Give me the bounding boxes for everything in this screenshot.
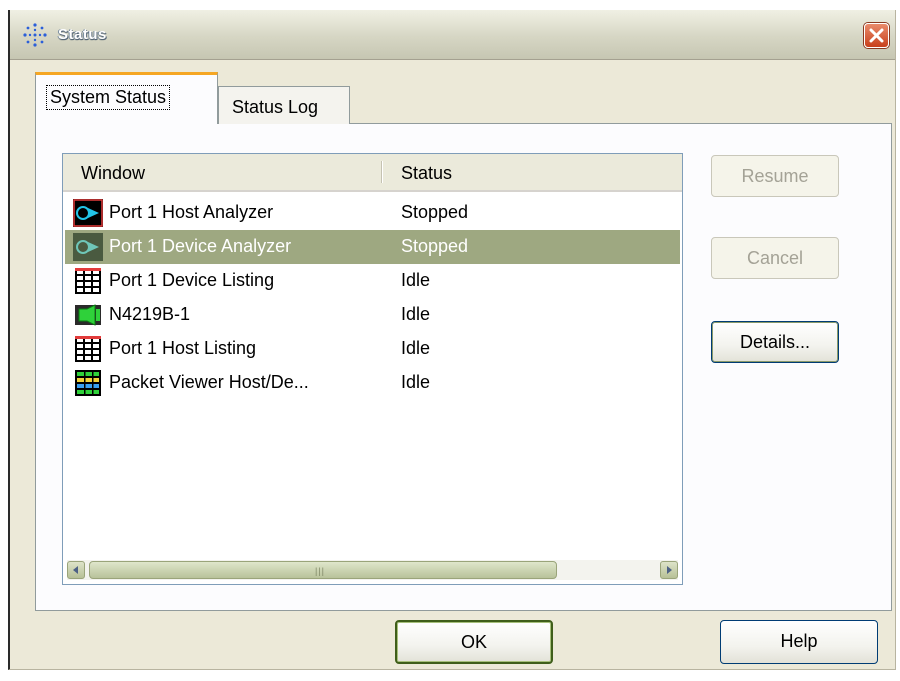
list-item[interactable]: Packet Viewer Host/De... Idle — [65, 366, 680, 400]
close-icon — [869, 28, 884, 43]
window-name: Port 1 Device Analyzer — [109, 236, 292, 256]
tab-system-status[interactable]: System Status — [35, 72, 218, 124]
scroll-right-button[interactable] — [660, 561, 678, 579]
close-button[interactable] — [864, 23, 889, 48]
status-dialog: Status System Status Status Log Window S… — [0, 0, 900, 681]
list-item[interactable]: Port 1 Host Analyzer Stopped — [65, 196, 680, 230]
window-status: Stopped — [401, 236, 469, 256]
window-name: Port 1 Host Analyzer — [109, 202, 274, 222]
column-header-window[interactable]: Window — [81, 163, 145, 184]
window-status: Idle — [401, 338, 431, 358]
window-status: Idle — [401, 372, 431, 392]
listing-icon — [75, 268, 101, 294]
window-name: Port 1 Host Listing — [109, 338, 257, 358]
title-bar[interactable]: Status — [10, 10, 895, 60]
list-item[interactable]: Port 1 Device Listing Idle — [65, 264, 680, 298]
list-header: Window Status — [63, 154, 682, 192]
horizontal-scrollbar[interactable]: ||| — [67, 560, 678, 580]
packet-viewer-icon — [75, 370, 101, 396]
ok-button[interactable]: OK — [395, 620, 553, 664]
resume-button[interactable]: Resume — [711, 155, 839, 197]
list-item[interactable]: N4219B-1 Idle — [65, 298, 680, 332]
arrow-right-icon — [667, 566, 672, 574]
tab-system-status-label: System Status — [46, 85, 171, 110]
column-header-status[interactable]: Status — [401, 163, 452, 184]
window-name: Port 1 Device Listing — [109, 270, 275, 290]
window-name: Packet Viewer Host/De... — [109, 372, 309, 392]
window-status: Idle — [401, 304, 431, 324]
tab-status-log[interactable]: Status Log — [218, 86, 350, 124]
window-status-list[interactable]: Window Status Port 1 Host Analyzer Stopp… — [62, 153, 683, 585]
list-item[interactable]: Port 1 Device Analyzer Stopped — [65, 230, 680, 264]
window-name: N4219B-1 — [109, 304, 191, 324]
window-status: Idle — [401, 270, 431, 290]
sparkle-app-icon — [23, 23, 47, 47]
list-item[interactable]: Port 1 Host Listing Idle — [65, 332, 680, 366]
scroll-thumb[interactable]: ||| — [89, 561, 557, 579]
column-separator[interactable] — [381, 161, 383, 183]
scroll-left-button[interactable] — [67, 561, 85, 579]
window-title: Status — [58, 26, 107, 43]
listing-icon — [75, 336, 101, 362]
dialog-frame: Status System Status Status Log Window S… — [8, 10, 896, 670]
scroll-grip-icon: ||| — [315, 566, 326, 576]
cancel-button[interactable]: Cancel — [711, 237, 839, 279]
device-icon — [75, 304, 101, 326]
analyzer-icon — [73, 199, 103, 227]
analyzer-icon — [73, 233, 103, 261]
system-status-panel: Window Status Port 1 Host Analyzer Stopp… — [35, 123, 892, 611]
details-button[interactable]: Details... — [711, 321, 839, 363]
window-status: Stopped — [401, 202, 469, 222]
arrow-left-icon — [73, 566, 78, 574]
tab-status-log-label: Status Log — [232, 97, 319, 117]
help-button[interactable]: Help — [720, 620, 878, 664]
